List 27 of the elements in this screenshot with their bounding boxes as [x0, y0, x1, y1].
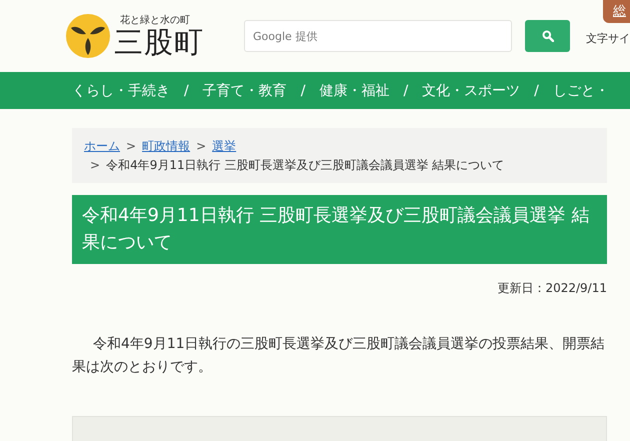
text-size-label: 文字サイ [586, 30, 630, 46]
breadcrumb-link[interactable]: 町政情報 [142, 139, 190, 153]
town-name[interactable]: 三股町 [114, 27, 204, 59]
search-button[interactable] [525, 20, 570, 52]
breadcrumb-separator: > [90, 158, 100, 172]
breadcrumb-link[interactable]: ホーム [84, 139, 120, 153]
tagline: 花と緑と水の町 [120, 14, 191, 28]
nav-separator: / [184, 82, 189, 98]
breadcrumb-separator: > [196, 139, 206, 153]
breadcrumb-link[interactable]: 選挙 [212, 139, 236, 153]
breadcrumb-current: 令和4年9月11日執行 三股町長選挙及び三股町議会議員選挙 結果について [106, 158, 504, 172]
updated-date: 更新日：2022/9/11 [496, 280, 607, 297]
nav-item[interactable]: 文化・スポーツ [422, 82, 520, 100]
body-text: 令和4年9月11日執行の三股町長選挙及び三股町議会議員選挙の投票結果、開票結果は次のとおりです。 [72, 335, 606, 377]
nav-separator: / [534, 82, 539, 98]
search-icon [542, 30, 554, 42]
breadcrumb-separator: > [126, 139, 136, 153]
logo-icon [66, 14, 110, 58]
nav-item[interactable]: くらし・手続き [72, 82, 170, 100]
search-field[interactable]: Google 提供 [244, 20, 512, 52]
nav-separator: / [403, 82, 408, 98]
corner-tab[interactable]: 総 [603, 0, 630, 23]
nav-separator: / [300, 82, 306, 98]
nav-item[interactable]: しごと・ [552, 82, 609, 100]
page-title: 令和4年9月11日執行 三股町長選挙及び三股町議会議員選挙 結果について [72, 195, 607, 264]
nav-item[interactable]: 健康・福祉 [319, 82, 390, 100]
nav-item[interactable]: 子育て・教育 [202, 82, 287, 100]
